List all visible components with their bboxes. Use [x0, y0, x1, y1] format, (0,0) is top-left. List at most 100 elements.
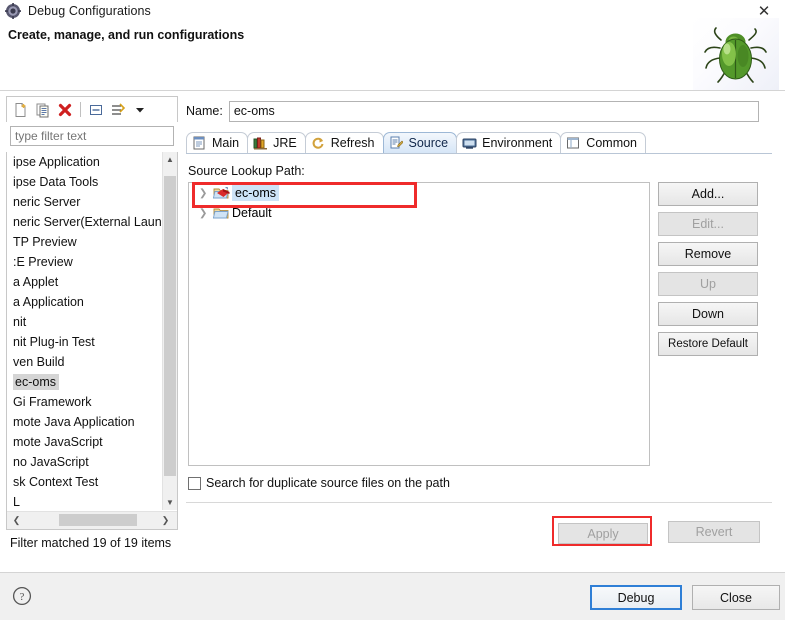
configurations-list: ipse Application ipse Data Tools neric S…: [7, 152, 165, 510]
debug-button[interactable]: Debug: [590, 585, 682, 610]
list-item-label: a Application: [13, 295, 84, 309]
list-item[interactable]: a Applet: [7, 272, 165, 292]
collapse-all-icon[interactable]: [85, 100, 106, 120]
tab-jre[interactable]: JRE: [247, 132, 306, 153]
tab-source[interactable]: Source: [382, 132, 458, 153]
document-icon: [192, 136, 208, 150]
list-item-label: neric Server: [13, 195, 81, 209]
tab-label: Refresh: [330, 136, 375, 150]
configurations-toolbar: [6, 96, 178, 122]
list-item-label: mote JavaScript: [13, 435, 103, 449]
source-lookup-path-label: Source Lookup Path:: [188, 164, 305, 178]
scroll-up-icon[interactable]: ▲: [163, 152, 177, 167]
dialog-footer: ? Debug Close: [0, 573, 785, 620]
list-item-label: :E Preview: [13, 255, 73, 269]
new-configuration-icon[interactable]: [10, 100, 31, 120]
list-item[interactable]: neric Server(External Launc: [7, 212, 165, 232]
tree-item-label-wrap: Default: [232, 206, 272, 220]
list-item-ec-oms[interactable]: ec-oms: [7, 372, 165, 392]
tree-row-default[interactable]: ❯ Default: [189, 203, 649, 223]
list-item[interactable]: nit: [7, 312, 165, 332]
chevron-down-icon[interactable]: [129, 100, 150, 120]
tab-common[interactable]: Common: [560, 132, 647, 153]
list-item[interactable]: mote JavaScript: [7, 432, 165, 452]
restore-default-button[interactable]: Restore Default: [658, 332, 758, 356]
list-item-label: Gi Framework: [13, 395, 92, 409]
configurations-horizontal-scrollbar[interactable]: ❮ ❯: [7, 511, 177, 529]
tab-main[interactable]: Main: [186, 132, 249, 153]
list-item[interactable]: L: [7, 492, 165, 510]
tab-refresh[interactable]: Refresh: [304, 132, 384, 153]
filter-input[interactable]: [10, 126, 174, 146]
delete-configuration-icon[interactable]: [54, 100, 75, 120]
title-bar: Debug Configurations ✕: [0, 0, 785, 22]
remove-button[interactable]: Remove: [658, 242, 758, 266]
configurations-tree[interactable]: ipse Application ipse Data Tools neric S…: [6, 152, 178, 530]
horizontal-scrollbar-thumb[interactable]: [59, 514, 137, 526]
search-duplicates-checkbox[interactable]: Search for duplicate source files on the…: [188, 476, 450, 490]
apply-button: Apply: [558, 523, 648, 544]
list-item-label: ipse Data Tools: [13, 175, 99, 189]
list-item[interactable]: sk Context Test: [7, 472, 165, 492]
list-item-label: ipse Application: [13, 155, 100, 169]
tab-label: Main: [212, 136, 240, 150]
svg-text:?: ?: [20, 591, 25, 603]
list-item[interactable]: ven Build: [7, 352, 165, 372]
books-icon: [253, 136, 269, 150]
checkbox-box[interactable]: [188, 476, 201, 490]
list-item-label: no JavaScript: [13, 455, 89, 469]
chevron-right-icon[interactable]: ❯: [199, 208, 213, 219]
name-row: Name:: [186, 100, 772, 122]
checkbox-label: Search for duplicate source files on the…: [206, 476, 450, 490]
list-item[interactable]: mote Java Application: [7, 412, 165, 432]
filter-launch-configurations-icon[interactable]: [107, 100, 128, 120]
source-icon: [389, 136, 405, 150]
list-item-label: ec-oms: [13, 374, 59, 390]
list-item[interactable]: nit Plug-in Test: [7, 332, 165, 352]
edit-button: Edit...: [658, 212, 758, 236]
list-item-label: a Applet: [13, 275, 59, 289]
vertical-scrollbar-thumb[interactable]: [164, 176, 176, 476]
list-item[interactable]: TP Preview: [7, 232, 165, 252]
configurations-panel: ipse Application ipse Data Tools neric S…: [6, 96, 178, 566]
close-button[interactable]: Close: [692, 585, 780, 610]
filter-status-text: Filter matched 19 of 19 items: [10, 536, 172, 550]
list-item-label: nit Plug-in Test: [13, 335, 95, 349]
source-lookup-tree[interactable]: ❯ ec-oms ❯ Default: [188, 182, 650, 466]
up-button: Up: [658, 272, 758, 296]
configuration-editor: Name: Main: [186, 96, 778, 562]
configurations-vertical-scrollbar[interactable]: ▲ ▼: [162, 152, 177, 510]
tab-label: Common: [586, 136, 638, 150]
folder-icon: [212, 206, 230, 220]
list-item[interactable]: Gi Framework: [7, 392, 165, 412]
list-item-label: neric Server(External Launc: [13, 215, 165, 229]
down-button[interactable]: Down: [658, 302, 758, 326]
common-icon: [566, 136, 582, 150]
add-button[interactable]: Add...: [658, 182, 758, 206]
environment-icon: [462, 136, 478, 150]
source-path-buttons: Add... Edit... Remove Up Down Restore De…: [658, 182, 758, 362]
chevron-right-icon[interactable]: ❯: [199, 188, 213, 199]
dialog-header: Create, manage, and run configurations: [0, 18, 785, 91]
scroll-left-icon[interactable]: ❮: [9, 512, 24, 528]
list-item[interactable]: ipse Application: [7, 152, 165, 172]
list-item-label: sk Context Test: [13, 475, 99, 489]
list-item[interactable]: no JavaScript: [7, 452, 165, 472]
tree-row-ec-oms[interactable]: ❯ ec-oms: [189, 183, 649, 203]
name-input[interactable]: [228, 100, 759, 122]
scroll-down-icon[interactable]: ▼: [163, 495, 177, 510]
list-item-label: mote Java Application: [13, 415, 135, 429]
list-item[interactable]: :E Preview: [7, 252, 165, 272]
refresh-icon: [311, 136, 327, 150]
toolbar-separator: [80, 102, 81, 117]
tab-environment[interactable]: Environment: [456, 132, 562, 153]
list-item[interactable]: ipse Data Tools: [7, 172, 165, 192]
duplicate-configuration-icon[interactable]: [32, 100, 53, 120]
list-item[interactable]: neric Server: [7, 192, 165, 212]
list-item[interactable]: a Application: [7, 292, 165, 312]
page-title: Create, manage, and run configurations: [8, 28, 245, 42]
scroll-right-icon[interactable]: ❯: [158, 512, 173, 528]
help-icon[interactable]: ?: [12, 586, 32, 606]
tab-label: JRE: [273, 136, 297, 150]
debug-configurations-dialog: Debug Configurations ✕ Create, manage, a…: [0, 0, 785, 620]
